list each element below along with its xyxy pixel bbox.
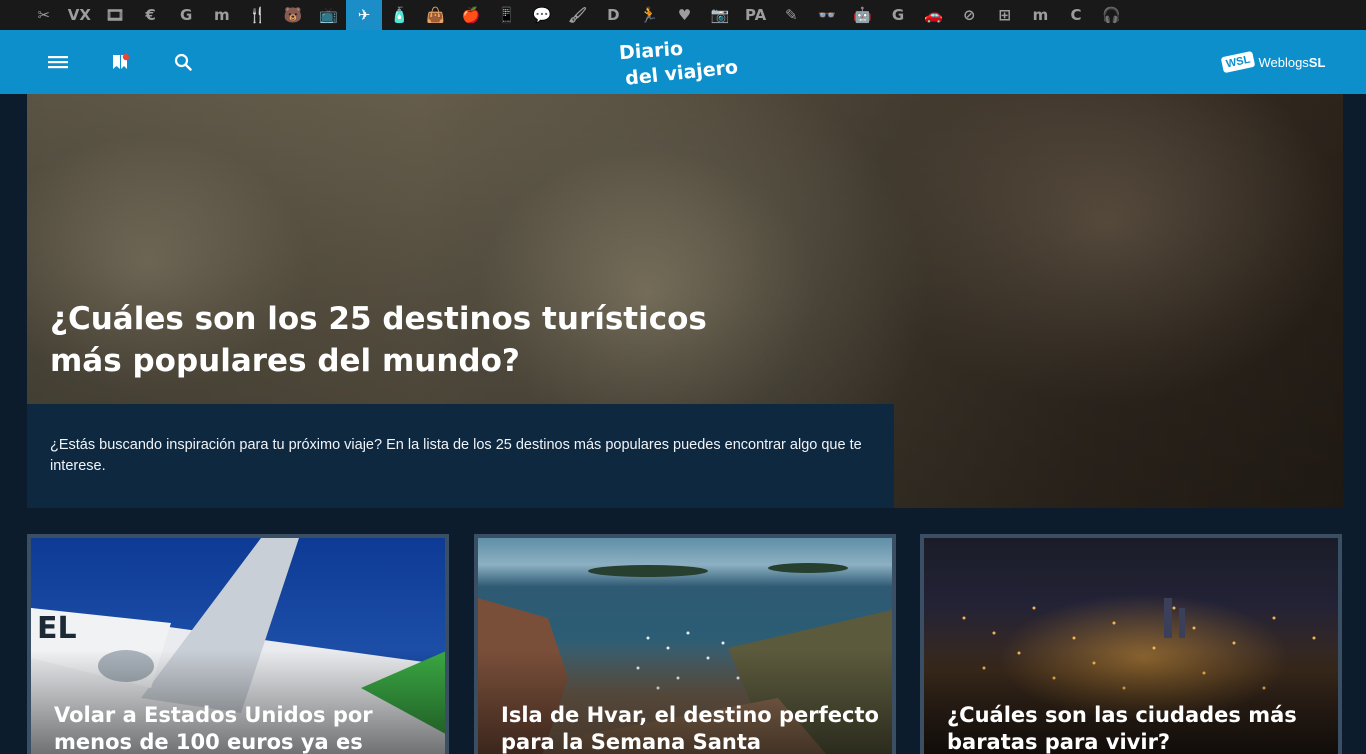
- g-auto-icon[interactable]: G: [880, 0, 916, 30]
- brush-icon[interactable]: 🖌: [560, 0, 596, 30]
- wsl-name-plain: Weblogs: [1258, 54, 1309, 70]
- heart-icon[interactable]: ♥: [667, 0, 703, 30]
- network-bar: ✂ VX 🎞 € Gm 🍴 🐻 📺 ✈ 🧴 👜 🍎 📱 💬 🖌 D 🏃 ♥ 📷 PA ✎ 👓 🤖 G 🚗 ⊘ ⊞ m C 🎧: [0, 0, 1366, 30]
- pa-icon[interactable]: PA: [738, 0, 774, 30]
- chat-icon[interactable]: 💬: [524, 0, 560, 30]
- notifications-button[interactable]: [106, 47, 136, 77]
- hero-excerpt-box: ¿Estás buscando inspiración para tu próx…: [27, 404, 894, 508]
- svg-text:EL: EL: [37, 611, 77, 646]
- bookmark-notification-icon: [113, 53, 130, 69]
- hero-title[interactable]: ¿Cuáles son los 25 destinos turísticos m…: [50, 298, 770, 382]
- camera-icon[interactable]: 📷: [702, 0, 738, 30]
- c-icon[interactable]: C: [1058, 0, 1094, 30]
- hero-article[interactable]: ¿Cuáles son los 25 destinos turísticos m…: [27, 94, 1343, 508]
- weblogssl-logo[interactable]: WSL WeblogsSL: [1220, 50, 1325, 74]
- hamburger-icon: [48, 56, 68, 69]
- windows-icon[interactable]: ⊞: [987, 0, 1023, 30]
- bear-icon[interactable]: 🐻: [275, 0, 311, 30]
- phone-icon[interactable]: 📱: [489, 0, 525, 30]
- film-icon[interactable]: 🎞: [97, 0, 133, 30]
- card-title[interactable]: Volar a Estados Unidos por menos de 100 …: [54, 702, 434, 754]
- headphones-icon[interactable]: 🎧: [1094, 0, 1130, 30]
- cutlery-icon[interactable]: 🍴: [240, 0, 276, 30]
- logo-line-1: Diario: [618, 37, 684, 65]
- diario-viajero-icon[interactable]: ✈: [346, 0, 382, 30]
- m-icon[interactable]: m: [1023, 0, 1059, 30]
- vx-icon[interactable]: VX: [62, 0, 98, 30]
- search-icon: [174, 53, 192, 71]
- card-title[interactable]: ¿Cuáles son las ciudades más baratas par…: [947, 702, 1327, 754]
- menu-button[interactable]: [43, 47, 73, 77]
- d-icon[interactable]: D: [596, 0, 632, 30]
- apple-icon[interactable]: 🍎: [453, 0, 489, 30]
- bottle-icon[interactable]: 🧴: [382, 0, 418, 30]
- site-header: Diario del viajero WSL WeblogsSL: [0, 30, 1366, 94]
- tv-icon[interactable]: 📺: [311, 0, 347, 30]
- search-button[interactable]: [168, 47, 198, 77]
- record-icon[interactable]: ⊘: [951, 0, 987, 30]
- article-card[interactable]: Isla de Hvar, el destino perfecto para l…: [474, 534, 896, 754]
- article-card[interactable]: EL Volar a Estados Unidos por menos de 1…: [27, 534, 449, 754]
- article-card[interactable]: ¿Cuáles son las ciudades más baratas par…: [920, 534, 1342, 754]
- euro-icon[interactable]: €: [133, 0, 169, 30]
- motor-icon[interactable]: m: [204, 0, 240, 30]
- card-title[interactable]: Isla de Hvar, el destino perfecto para l…: [501, 702, 881, 754]
- runner-icon[interactable]: 🏃: [631, 0, 667, 30]
- bag-icon[interactable]: 👜: [418, 0, 454, 30]
- android-icon[interactable]: 🤖: [845, 0, 881, 30]
- wsl-name-bold: SL: [1308, 54, 1326, 70]
- car-icon[interactable]: 🚗: [916, 0, 952, 30]
- wsl-name: WeblogsSL: [1258, 55, 1325, 70]
- g-icon[interactable]: G: [168, 0, 204, 30]
- site-logo[interactable]: Diario del viajero: [617, 37, 757, 90]
- wsl-badge: WSL: [1220, 50, 1256, 74]
- hero-excerpt: ¿Estás buscando inspiración para tu próx…: [50, 437, 862, 474]
- glasses-icon[interactable]: 👓: [809, 0, 845, 30]
- scissors-icon[interactable]: ✂: [26, 0, 62, 30]
- pen-icon[interactable]: ✎: [773, 0, 809, 30]
